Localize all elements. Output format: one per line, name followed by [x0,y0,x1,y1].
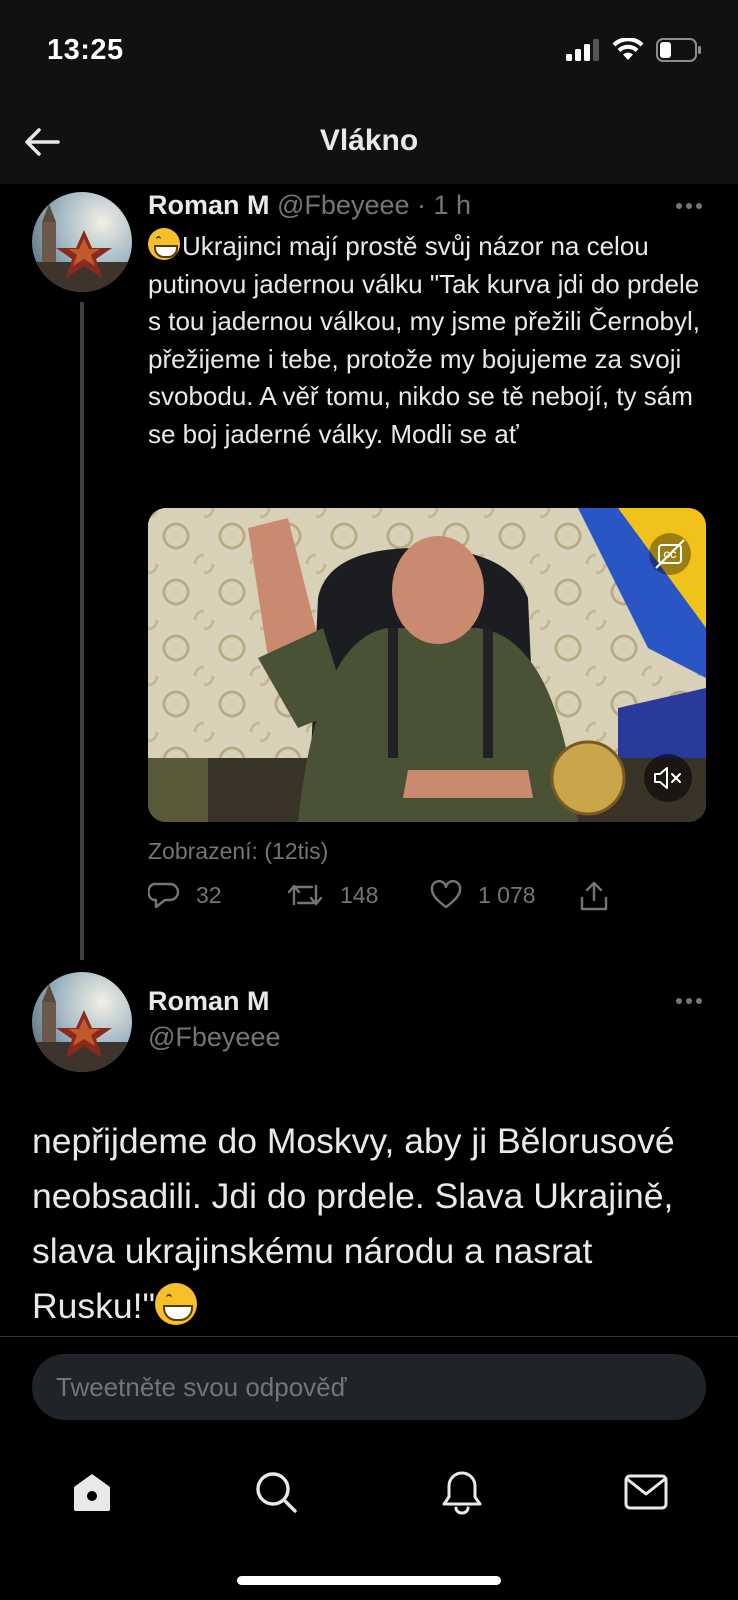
view-count[interactable]: Zobrazení: (12tis) [148,838,328,865]
tab-notifications[interactable] [432,1462,492,1522]
like-button[interactable]: 1 078 [430,880,536,910]
status-icons [566,38,702,62]
search-icon [256,1472,297,1513]
tab-messages[interactable] [616,1462,676,1522]
share-icon [580,881,608,911]
retweet-icon [287,884,323,906]
tweet-video[interactable]: CC [148,508,706,822]
tweet-body: Ukrajinci mají prostě svůj názor na celo… [148,231,701,449]
author-handle[interactable]: @Fbeyeee [277,190,409,220]
like-count: 1 078 [478,881,536,908]
retweet-button[interactable]: 148 [286,880,378,910]
closed-captions-icon[interactable]: CC [648,532,692,576]
messages-envelope-icon [624,1474,668,1510]
more-options-icon[interactable] [676,998,702,1004]
avatar-image [32,192,132,292]
home-indicator [237,1576,501,1585]
mute-button[interactable] [644,754,692,802]
heart-icon [430,880,462,909]
status-bar: 13:25 [0,0,738,100]
wifi-icon [612,38,644,60]
tweet-time: · 1 h [417,190,472,220]
tab-home[interactable] [62,1462,122,1522]
grinning-face-emoji-icon [155,1283,198,1325]
author-handle[interactable]: @Fbeyeee [148,1022,280,1053]
tweet-actions: 32 148 1 078 [148,880,708,924]
author-name[interactable]: Roman M [148,986,270,1017]
reply-box[interactable] [32,1354,706,1420]
battery-icon [656,38,701,62]
reply-button[interactable]: 32 [148,880,222,910]
avatar[interactable] [32,972,132,1072]
status-time: 13:25 [47,34,124,66]
tweet-text: Ukrajinci mají prostě svůj názor na celo… [148,228,718,453]
divider [0,1336,738,1337]
reply-icon [148,882,180,909]
tweet-text: nepřijdeme do Moskvy, aby ji Bělorusové … [32,1114,722,1334]
tab-bar [0,1440,738,1550]
reply-count: 32 [196,881,222,908]
retweet-count: 148 [340,881,379,908]
speaker-muted-icon [654,767,681,789]
avatar[interactable] [32,192,132,292]
tweet-body: nepřijdeme do Moskvy, aby ji Bělorusové … [32,1121,675,1326]
more-options-icon[interactable] [676,203,702,209]
home-icon [74,1474,110,1511]
reply-input[interactable] [56,1354,676,1420]
share-button[interactable] [578,880,610,912]
tweet-header: Roman M @Fbeyeee · 1 h [148,190,471,221]
notifications-bell-icon [442,1471,482,1515]
author-name[interactable]: Roman M [148,190,270,220]
cellular-signal-icon [566,39,599,61]
tab-search[interactable] [246,1462,306,1522]
page-title: Vlákno [319,124,419,157]
thread-line [80,302,84,960]
nav-bar: Vlákno [0,100,738,184]
avatar-image [32,972,132,1072]
video-thumbnail [148,508,706,822]
grinning-face-emoji-icon [148,228,180,260]
